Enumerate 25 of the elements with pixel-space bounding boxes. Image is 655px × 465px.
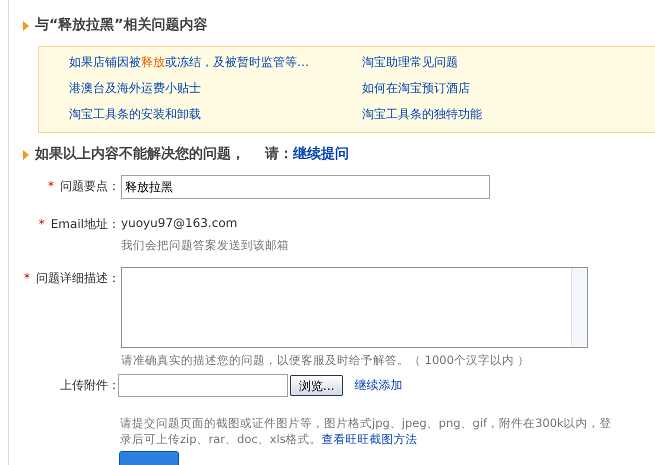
field-hint: 我们会把问题答案发送到该邮箱 — [121, 237, 289, 253]
email-value: yuoyu97@163.com — [121, 215, 238, 232]
required-mark: * — [24, 270, 30, 287]
subject-field[interactable]: 释放拉黑 — [121, 175, 490, 199]
screenshot-method-link[interactable]: 查看旺旺截图方法 — [322, 432, 418, 446]
upload-hint: 请提交问题页面的截图或证件图片等，图片格式jpg、jpeg、png、gif，附件在300k以内，登录后可上传zip、rar、doc、xls格式。查看旺旺截图方法 — [120, 415, 613, 447]
field-label: 问题要点： — [60, 178, 120, 195]
field-label: 上传附件： — [60, 377, 120, 394]
section-title: 如果以上内容不能解决您的问题， — [35, 144, 245, 164]
field-label: Email地址： — [50, 216, 120, 233]
required-mark: * — [38, 216, 45, 233]
add-more-link[interactable]: 继续添加 — [354, 376, 402, 395]
field-hint: 请准确真实的描述您的问题，以便客服及时给予解答。（ 1000个汉字以内 ） — [121, 352, 531, 368]
question-link[interactable]: 港澳台及海外运费小贴士 — [69, 79, 362, 98]
question-link[interactable]: 淘宝工具条的安装和卸载 — [69, 105, 362, 124]
ask-question-link[interactable]: 继续提问 — [293, 144, 349, 165]
question-link[interactable]: 淘宝助理常见问题 — [362, 53, 655, 72]
required-mark: * — [48, 178, 54, 195]
field-label: 问题详细描述： — [36, 270, 120, 287]
question-link[interactable]: 如何在淘宝预订酒店 — [362, 79, 655, 98]
question-link[interactable]: 淘宝工具条的独特功能 — [362, 105, 655, 124]
section-title: 与“释放拉黑”相关问题内容 — [35, 16, 208, 35]
question-link[interactable]: 如果店铺因被释放或冻结，及被暂时监管等… — [69, 53, 362, 72]
browse-button[interactable]: 浏览... — [290, 375, 344, 396]
prompt-text: 请： — [265, 145, 293, 164]
